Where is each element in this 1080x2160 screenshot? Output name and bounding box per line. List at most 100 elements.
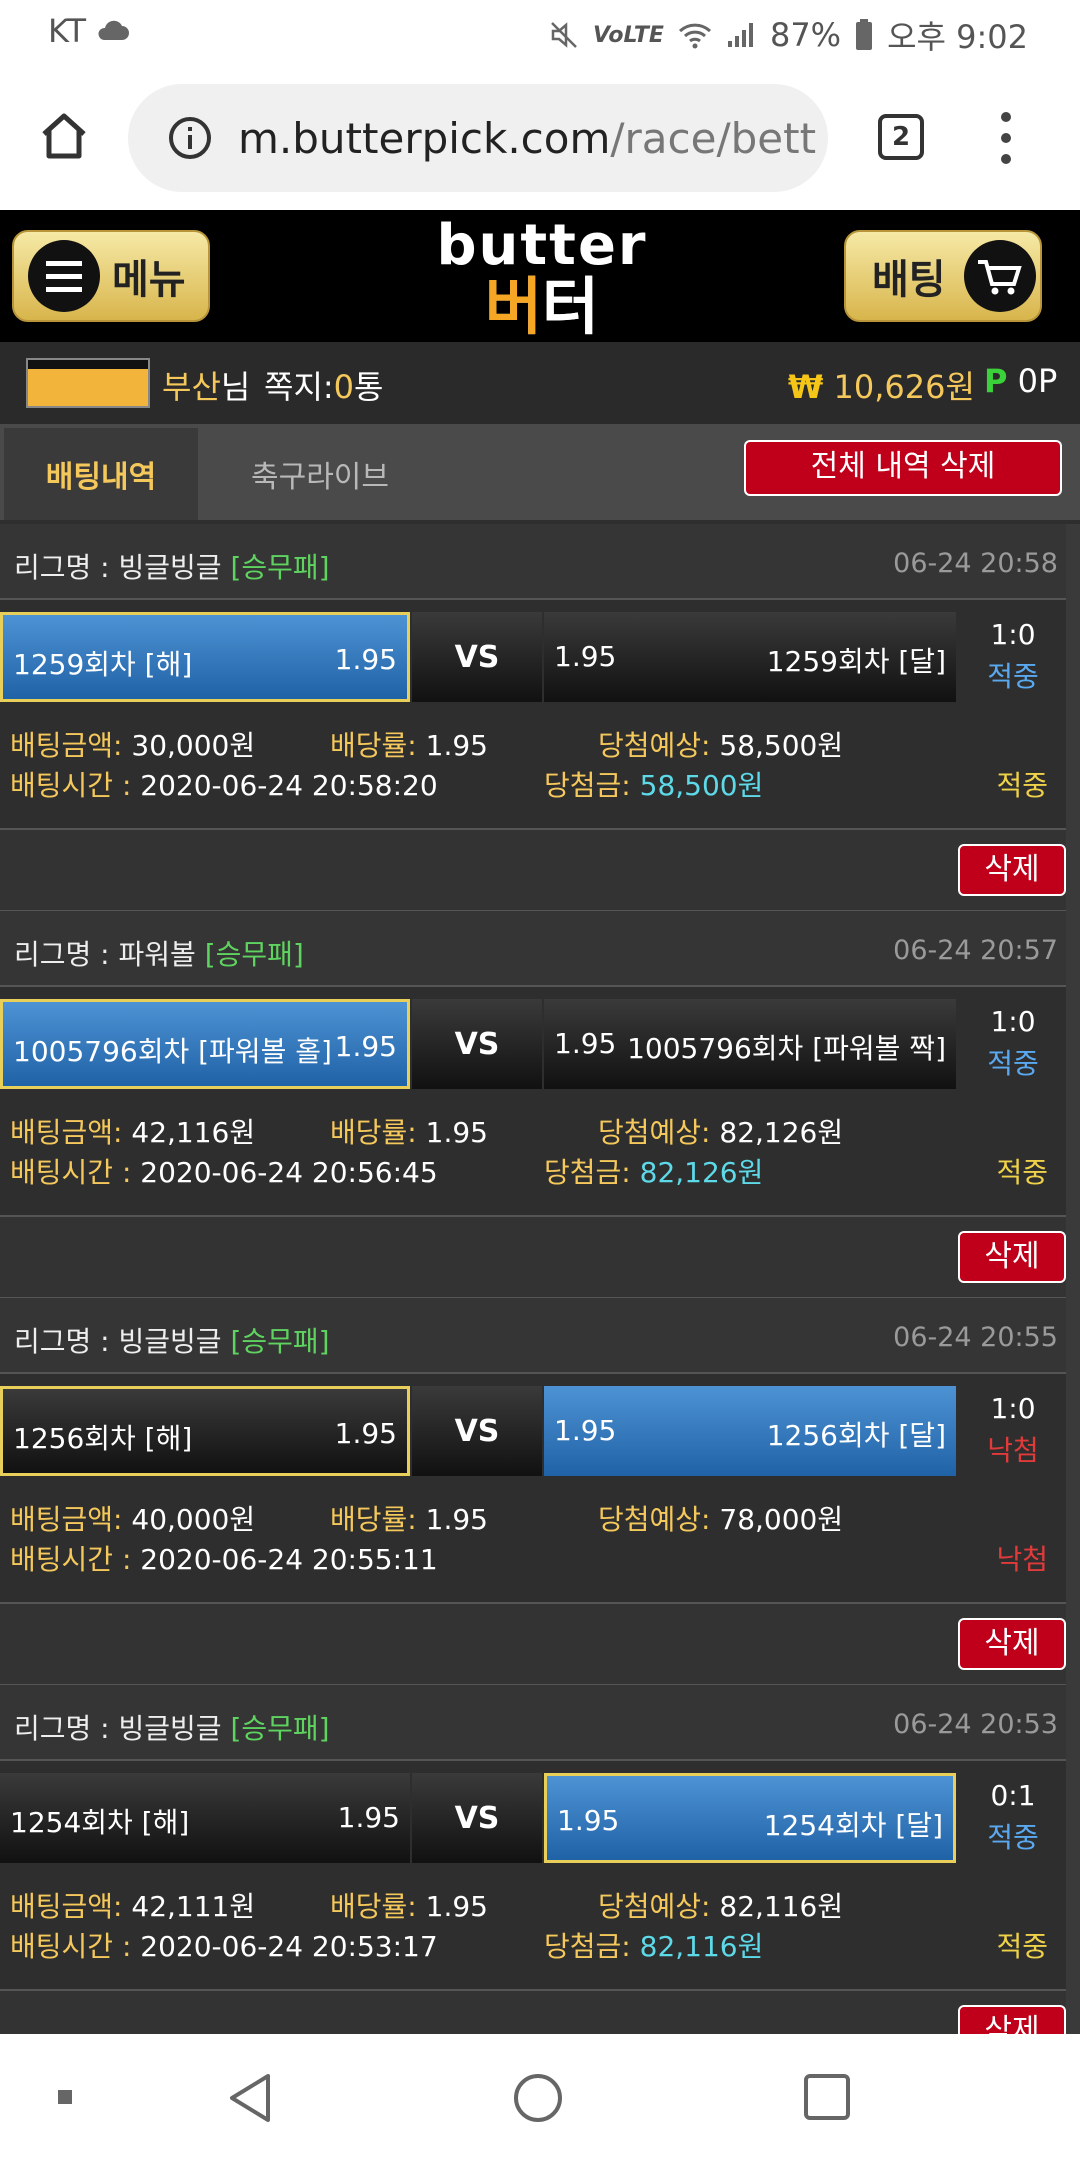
away-pick-button[interactable]: 1.95 1005796회차 [파워볼 짝]: [544, 999, 956, 1089]
site-logo[interactable]: butter 버터: [422, 216, 662, 340]
away-odds: 1.95: [554, 640, 617, 673]
wifi-icon: [678, 23, 711, 49]
delete-row: 삭제: [0, 1217, 1066, 1299]
home-pick-button[interactable]: 1005796회차 [파워볼 홀] 1.95: [0, 999, 410, 1089]
home-nav-icon[interactable]: [514, 2074, 562, 2122]
winnings: 82,126원: [639, 1156, 764, 1189]
carrier-label: KT: [48, 12, 87, 50]
home-icon[interactable]: [38, 110, 90, 162]
delete-row: 삭제: [0, 1991, 1066, 2034]
expected-label: 당첨예상:: [598, 729, 711, 762]
bet-datetime: 06-24 20:55: [893, 1322, 1058, 1353]
bet-odds: 1.95: [425, 1503, 488, 1536]
score-box: 1:0 적중: [960, 1001, 1066, 1085]
cart-icon: [963, 240, 1036, 312]
bet-odds: 1.95: [425, 1890, 488, 1923]
bet-card: 리그명 : 빙글빙글 [승무패] 06-24 20:58 1259회차 [해] 1.9…: [0, 524, 1080, 912]
result-label: 적중: [987, 660, 1039, 693]
address-bar[interactable]: m.butterpick.com/race/bett: [128, 84, 828, 192]
vs-label: VS: [412, 1773, 542, 1863]
bet-datetime: 06-24 20:58: [893, 548, 1058, 579]
vs-label: VS: [412, 999, 542, 1089]
amount-label: 배팅금액:: [10, 729, 123, 762]
result-label: 낙첨: [987, 1434, 1039, 1467]
league-name: 빙글빙글: [118, 551, 222, 584]
bet-type: [승무패]: [204, 938, 304, 971]
point-icon: P: [984, 362, 1008, 400]
odds-label: 배당률:: [330, 1503, 417, 1536]
league-name: 빙글빙글: [118, 1712, 222, 1745]
league-header: 리그명 : 파워볼 [승무패] 06-24 20:57: [0, 911, 1066, 987]
time-label: 배팅시간 :: [10, 1156, 141, 1189]
delete-button[interactable]: 삭제: [958, 2005, 1066, 2034]
odds-label: 배당률:: [330, 1890, 417, 1923]
winnings-label: 당첨금:: [544, 1156, 631, 1189]
away-team: 1254회차 [달]: [763, 1809, 943, 1842]
battery-icon: [856, 19, 873, 50]
status-label: 적중: [996, 769, 1048, 802]
balance: ₩ 10,626원: [788, 368, 975, 406]
tab-switcher-button[interactable]: 2: [878, 114, 924, 160]
delete-button[interactable]: 삭제: [958, 1618, 1066, 1670]
url-text[interactable]: m.butterpick.com/race/bett: [238, 114, 816, 163]
winnings-label: 당첨금:: [544, 769, 631, 802]
home-pick-button[interactable]: 1256회차 [해] 1.95: [0, 1386, 410, 1476]
vs-label: VS: [412, 1386, 542, 1476]
clock: 오후 9:02: [887, 18, 1028, 56]
winnings: 58,500원: [639, 769, 764, 802]
amount-label: 배팅금액:: [10, 1116, 123, 1149]
expected-label: 당첨예상:: [598, 1890, 711, 1923]
amount-label: 배팅금액:: [10, 1503, 123, 1536]
back-icon[interactable]: [226, 2072, 274, 2124]
expected-payout: 82,126원: [719, 1116, 844, 1149]
home-pick-button[interactable]: 1254회차 [해] 1.95: [0, 1773, 410, 1863]
match-row: 1259회차 [해] 1.95 VS 1.95 1259회차 [달] 1:0 적중: [0, 612, 1066, 702]
score-box: 1:0 낙첨: [960, 1388, 1066, 1472]
odds-label: 배당률:: [330, 729, 417, 762]
scrollbar[interactable]: [1066, 524, 1080, 2034]
expected-payout: 82,116원: [719, 1890, 844, 1923]
bet-amount: 40,000원: [131, 1503, 256, 1536]
home-team: 1005796회차 [파워볼 홀]: [13, 1035, 332, 1068]
away-pick-button[interactable]: 1.95 1254회차 [달]: [544, 1773, 956, 1863]
bet-datetime: 06-24 20:57: [893, 935, 1058, 966]
delete-all-button[interactable]: 전체 내역 삭제: [744, 440, 1062, 496]
delete-button[interactable]: 삭제: [958, 1231, 1066, 1283]
score: 1:0: [990, 1392, 1036, 1425]
bet-card: 리그명 : 파워볼 [승무패] 06-24 20:57 1005796회차 [파워볼…: [0, 911, 1080, 1299]
delete-button[interactable]: 삭제: [958, 844, 1066, 896]
league-name: 파워볼: [118, 938, 196, 971]
menu-button[interactable]: 메뉴: [12, 230, 210, 322]
amount-label: 배팅금액:: [10, 1890, 123, 1923]
site-header: 메뉴 butter 버터 배팅: [0, 210, 1080, 342]
home-odds: 1.95: [334, 1417, 397, 1450]
logo-korean: 버터: [484, 270, 600, 343]
overflow-menu-icon[interactable]: [994, 112, 1018, 164]
time-label: 배팅시간 :: [10, 769, 141, 802]
bet-card: 리그명 : 빙글빙글 [승무패] 06-24 20:53 1254회차 [해] 1.9…: [0, 1685, 1080, 2034]
message-count[interactable]: 쪽지:0통: [264, 362, 383, 408]
score-box: 0:1 적중: [960, 1775, 1066, 1859]
bet-cart-button[interactable]: 배팅: [844, 230, 1042, 322]
bet-amount: 42,111원: [131, 1890, 256, 1923]
score-box: 1:0 적중: [960, 614, 1066, 698]
time-label: 배팅시간 :: [10, 1930, 141, 1963]
home-pick-button[interactable]: 1259회차 [해] 1.95: [0, 612, 410, 702]
away-pick-button[interactable]: 1.95 1259회차 [달]: [544, 612, 956, 702]
away-odds: 1.95: [554, 1414, 617, 1447]
bet-card: 리그명 : 빙글빙글 [승무패] 06-24 20:55 1256회차 [해] 1.9…: [0, 1298, 1080, 1686]
vs-label: VS: [412, 612, 542, 702]
league-label: 리그명 :: [14, 1325, 119, 1358]
away-pick-button[interactable]: 1.95 1256회차 [달]: [544, 1386, 956, 1476]
league-header: 리그명 : 빙글빙글 [승무패] 06-24 20:58: [0, 524, 1066, 600]
home-team: 1256회차 [해]: [13, 1422, 193, 1455]
tab-soccer-live[interactable]: 축구라이브: [200, 428, 440, 520]
info-icon[interactable]: [168, 116, 212, 160]
tab-bet-history[interactable]: 배팅내역: [4, 428, 198, 520]
away-odds: 1.95: [557, 1804, 620, 1837]
winnings: 82,116원: [639, 1930, 764, 1963]
recents-icon[interactable]: [804, 2074, 850, 2120]
result-label: 적중: [987, 1047, 1039, 1080]
home-team: 1259회차 [해]: [13, 648, 193, 681]
delete-row: 삭제: [0, 1604, 1066, 1686]
